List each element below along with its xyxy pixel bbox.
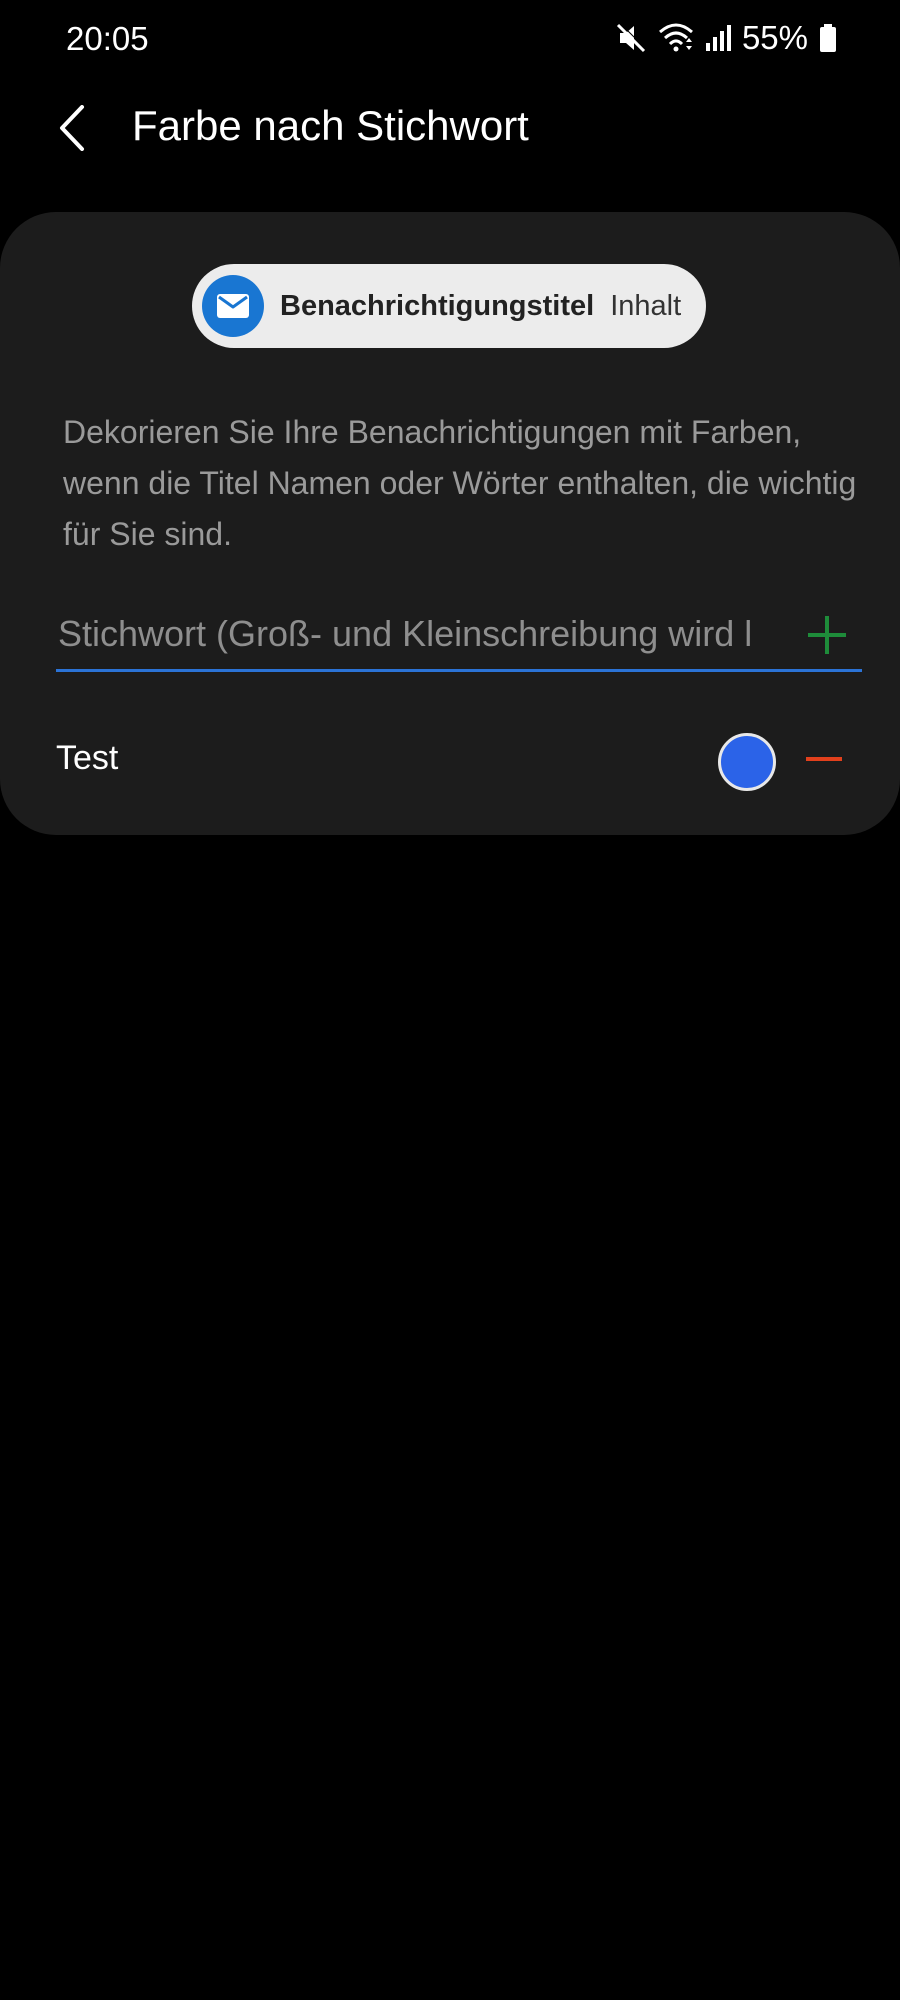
screen: 20:05 55% Farbe nach Stichwort Benachric… [0, 0, 900, 2000]
page-title: Farbe nach Stichwort [132, 102, 529, 149]
mute-icon [614, 21, 648, 55]
battery-percentage: 55% [741, 19, 808, 56]
battery-icon [818, 23, 838, 53]
description-text: Dekorieren Sie Ihre Benachrichtigungen m… [63, 414, 857, 552]
preview-content: Inhalt [610, 289, 682, 322]
settings-card: Benachrichtigungstitel Inhalt Dekorieren… [0, 212, 900, 835]
minus-icon [804, 757, 844, 783]
remove-keyword-button[interactable] [804, 739, 844, 779]
signal-icon [704, 23, 732, 53]
preview-title: Benachrichtigungstitel [280, 289, 595, 322]
back-button[interactable] [48, 100, 98, 160]
add-keyword-button[interactable] [804, 612, 850, 658]
app-bar: Farbe nach Stichwort [0, 90, 900, 170]
keyword-input-row [56, 602, 862, 672]
status-bar: 20:05 55% [0, 0, 900, 80]
wifi-icon [658, 22, 694, 54]
keyword-label: Test [56, 739, 119, 777]
keyword-input[interactable] [56, 602, 780, 666]
status-icons: 55% [614, 18, 838, 58]
status-time: 20:05 [66, 20, 149, 57]
back-arrow-icon [58, 104, 88, 156]
keyword-list-item: Test [56, 727, 862, 797]
plus-icon [804, 616, 850, 662]
mail-icon [202, 275, 264, 337]
keyword-color-button[interactable] [718, 733, 776, 791]
notification-preview: Benachrichtigungstitel Inhalt [192, 264, 706, 348]
